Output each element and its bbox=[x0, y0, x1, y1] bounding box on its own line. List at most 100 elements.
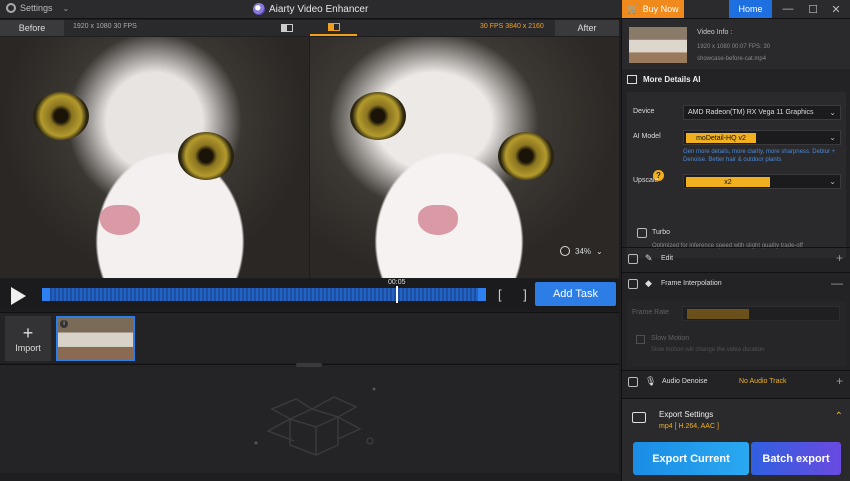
app-window: Settings ⌄ Aiarty Video Enhancer 🛒 Buy N… bbox=[0, 0, 850, 481]
before-resolution: 1920 x 1080 30 FPS bbox=[73, 23, 137, 30]
trim-brackets[interactable]: [ ] bbox=[498, 287, 536, 302]
more-details-ai-header: More Details AI bbox=[627, 75, 701, 84]
zoom-icon bbox=[560, 246, 570, 256]
cat-nose bbox=[100, 205, 140, 235]
edit-label: Edit bbox=[661, 255, 674, 262]
slow-motion-label: Slow Motion bbox=[651, 335, 690, 342]
trim-end-handle[interactable] bbox=[478, 288, 486, 301]
split-view-toggle[interactable] bbox=[310, 20, 357, 36]
ai-model-description: Gen more details, more clarity, more sha… bbox=[683, 149, 836, 163]
turbo-label: Turbo bbox=[652, 229, 671, 236]
upscale-select[interactable]: x2 ⌄ bbox=[683, 174, 841, 189]
buy-now-button[interactable]: 🛒 Buy Now bbox=[622, 0, 684, 18]
frame-interpolation-row[interactable]: ◆ Frame Interpolation — bbox=[622, 272, 850, 294]
info-icon[interactable]: i bbox=[60, 320, 68, 328]
slow-motion-checkbox bbox=[636, 335, 645, 344]
turbo-checkbox[interactable] bbox=[637, 228, 647, 238]
settings-panel: Video Info : 1920 x 1080 00:07 FPS: 30 s… bbox=[621, 19, 850, 481]
device-select[interactable]: AMD Radeon(TM) RX Vega 11 Graphics ⌄ bbox=[683, 105, 841, 120]
add-task-button[interactable]: Add Task bbox=[535, 282, 616, 306]
app-title: Aiarty Video Enhancer bbox=[253, 3, 368, 15]
export-current-button[interactable]: Export Current bbox=[633, 442, 749, 475]
task-area bbox=[0, 363, 619, 473]
after-label: After bbox=[555, 20, 619, 36]
play-icon[interactable] bbox=[11, 287, 26, 305]
ai-model-label: AI Model bbox=[633, 133, 661, 140]
zoom-value: 34% bbox=[575, 246, 592, 256]
before-label: Before bbox=[0, 20, 64, 36]
frame-interpolation-checkbox[interactable] bbox=[628, 279, 638, 289]
after-resolution: 30 FPS 3840 x 2160 bbox=[480, 23, 544, 30]
device-value: AMD Radeon(TM) RX Vega 11 Graphics bbox=[688, 109, 814, 116]
ai-model-icon bbox=[627, 75, 637, 84]
frame-interpolation-icon: ◆ bbox=[645, 278, 652, 288]
no-audio-track-label: No Audio Track bbox=[739, 378, 787, 385]
home-button[interactable]: Home bbox=[729, 0, 772, 18]
close-button[interactable]: ✕ bbox=[826, 1, 846, 17]
audio-denoise-row[interactable]: 🎙 Audio Denoise No Audio Track + bbox=[622, 370, 850, 392]
frame-rate-value bbox=[687, 309, 749, 319]
collapse-minus-icon[interactable]: — bbox=[831, 276, 843, 290]
chevron-up-icon[interactable]: ⌃ bbox=[835, 411, 843, 422]
cat-eye-right bbox=[178, 132, 234, 180]
device-label: Device bbox=[633, 108, 655, 115]
ai-settings-box: Device AMD Radeon(TM) RX Vega 11 Graphic… bbox=[627, 92, 846, 258]
video-file-name: showcase-before-cat.mp4 bbox=[697, 56, 767, 62]
video-info-details: 1920 x 1080 00:07 FPS: 30 bbox=[697, 44, 771, 50]
settings-label: Settings bbox=[20, 3, 53, 13]
edit-checkbox[interactable] bbox=[628, 254, 638, 264]
app-logo-icon bbox=[253, 3, 265, 15]
trim-start-handle[interactable] bbox=[42, 288, 50, 301]
frame-rate-select bbox=[682, 306, 840, 321]
export-format[interactable]: mp4 [ H.264, AAC ] bbox=[659, 423, 719, 430]
video-info-title: Video Info : bbox=[697, 29, 733, 36]
empty-box-icon bbox=[254, 387, 376, 457]
resize-handle[interactable] bbox=[296, 363, 322, 367]
single-view-toggle[interactable] bbox=[263, 20, 310, 36]
timeline-track[interactable] bbox=[42, 288, 486, 301]
export-settings-title: Export Settings bbox=[659, 410, 714, 419]
microphone-icon: 🎙 bbox=[645, 376, 657, 386]
audio-denoise-checkbox[interactable] bbox=[628, 377, 638, 387]
zoom-control[interactable]: 34% ⌄ bbox=[560, 246, 603, 256]
expand-plus-icon[interactable]: + bbox=[836, 251, 843, 265]
import-label: Import bbox=[15, 342, 41, 353]
upscale-label: Upscale bbox=[633, 177, 659, 184]
current-time: 00:05 bbox=[388, 279, 406, 286]
split-view-icon bbox=[327, 23, 340, 31]
minimize-button[interactable]: — bbox=[778, 1, 798, 17]
after-preview-image[interactable] bbox=[310, 37, 619, 278]
settings-menu[interactable]: Settings ⌄ bbox=[6, 3, 69, 13]
video-info: Video Info : 1920 x 1080 00:07 FPS: 30 s… bbox=[622, 19, 850, 69]
cat-nose bbox=[418, 205, 458, 235]
cat-eye-left bbox=[350, 92, 406, 140]
video-info-thumbnail bbox=[629, 27, 687, 63]
video-thumbnail[interactable]: i bbox=[56, 316, 135, 361]
app-title-text: Aiarty Video Enhancer bbox=[269, 3, 369, 15]
edit-icon: ✎ bbox=[645, 253, 653, 263]
batch-export-button[interactable]: Batch export bbox=[751, 442, 841, 475]
expand-plus-icon[interactable]: + bbox=[836, 374, 843, 388]
title-bar: Settings ⌄ Aiarty Video Enhancer 🛒 Buy N… bbox=[0, 0, 850, 19]
export-settings: Export Settings mp4 [ H.264, AAC ] ⌃ Exp… bbox=[622, 398, 850, 481]
media-strip: + Import i bbox=[0, 312, 619, 363]
buy-now-label: Buy Now bbox=[642, 4, 679, 14]
plus-icon: + bbox=[22, 322, 34, 343]
section-title: More Details AI bbox=[643, 75, 701, 84]
upscale-value: x2 bbox=[686, 177, 770, 187]
playhead[interactable] bbox=[396, 286, 398, 303]
audio-denoise-label: Audio Denoise bbox=[662, 378, 708, 385]
export-settings-icon bbox=[632, 412, 646, 423]
frame-rate-label: Frame Rate bbox=[632, 309, 669, 316]
frame-interpolation-options: Frame Rate Slow Motion Slow motion will … bbox=[627, 301, 846, 367]
single-view-icon bbox=[280, 24, 293, 32]
preview-header: Before 1920 x 1080 30 FPS 30 FPS 3840 x … bbox=[0, 20, 619, 36]
edit-row[interactable]: ✎ Edit + bbox=[622, 247, 850, 269]
before-preview-image[interactable] bbox=[0, 37, 309, 278]
maximize-button[interactable]: ☐ bbox=[803, 1, 823, 17]
ai-model-select[interactable]: moDetail-HQ v2 ⌄ bbox=[683, 130, 841, 145]
chevron-down-icon: ⌄ bbox=[596, 246, 603, 256]
import-button[interactable]: + Import bbox=[5, 316, 51, 361]
frame-interpolation-label: Frame Interpolation bbox=[661, 280, 722, 287]
chevron-down-icon: ⌄ bbox=[62, 3, 70, 13]
